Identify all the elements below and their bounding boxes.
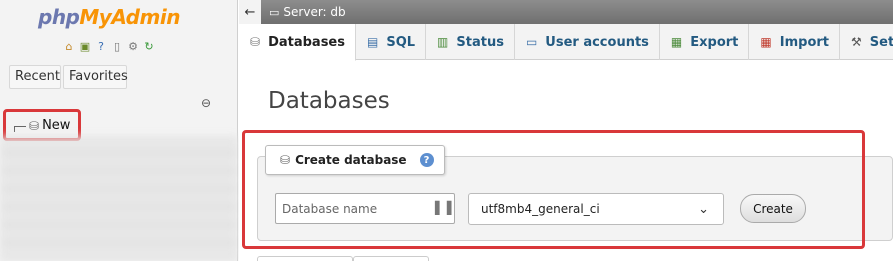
tree-item-new-label: New: [42, 118, 71, 133]
phpmyadmin-logo[interactable]: phpMyAdmin: [38, 5, 180, 29]
server-icon: ▭: [269, 5, 280, 19]
docs-icon[interactable]: ▯: [110, 40, 124, 54]
new-database-icon: ⛁: [29, 118, 40, 133]
tab-settings[interactable]: ⚒ Set: [840, 24, 893, 60]
tab-status[interactable]: ▥ Status: [426, 24, 515, 60]
tab-databases[interactable]: ⛁ Databases: [239, 24, 356, 61]
user-accounts-icon: ▭: [525, 35, 538, 49]
collapse-arrow-icon[interactable]: ←: [239, 0, 261, 24]
import-icon: ▦: [760, 35, 772, 49]
main-panel: ← ▭ Server: db ⛁ Databases ▤ SQL ▥ Statu…: [239, 0, 893, 261]
export-icon: ▦: [670, 35, 683, 49]
database-icon: ⛁: [250, 35, 261, 49]
tab-sql[interactable]: ▤ SQL: [356, 24, 427, 60]
settings-icon[interactable]: ⚙: [126, 40, 140, 54]
favorites-button[interactable]: Favorites: [63, 65, 128, 89]
server-breadcrumb-bar: ← ▭ Server: db: [239, 0, 893, 24]
bottom-table-tabs: [257, 256, 429, 261]
logo-text-php: php: [38, 5, 80, 29]
tab-export[interactable]: ▦ Export: [660, 24, 750, 60]
logo-text-myadmin: MyAdmin: [79, 5, 180, 29]
bottom-tab[interactable]: [353, 256, 429, 261]
tab-label: User accounts: [545, 34, 649, 50]
tab-label: Databases: [268, 34, 345, 50]
reload-icon[interactable]: ↻: [142, 40, 156, 54]
server-breadcrumb[interactable]: Server: db: [283, 5, 345, 19]
top-menu-tabs: ⛁ Databases ▤ SQL ▥ Status ▭ User accoun…: [239, 24, 893, 61]
logout-icon[interactable]: ▣: [78, 40, 92, 54]
navigation-panel: phpMyAdmin ⌂ ▣ ? ▯ ⚙ ↻ Recent Favorites …: [0, 0, 238, 261]
database-tree-list: [0, 136, 238, 261]
tab-label: SQL: [386, 34, 416, 50]
tree-item-new[interactable]: ⛁ New: [14, 118, 70, 133]
recent-button[interactable]: Recent: [9, 65, 61, 89]
page-title: Databases: [268, 88, 390, 114]
wrench-icon: ⚒: [851, 35, 862, 49]
tab-label: Export: [690, 34, 739, 50]
bottom-tab[interactable]: [257, 256, 353, 261]
tab-label: Set: [869, 34, 893, 50]
tab-label: Status: [456, 34, 504, 50]
status-icon: ▥: [437, 35, 449, 49]
home-icon[interactable]: ⌂: [62, 40, 76, 54]
help-icon[interactable]: ?: [94, 40, 108, 54]
tab-import[interactable]: ▦ Import: [749, 24, 840, 60]
tab-label: Import: [779, 34, 829, 50]
quick-icons-bar: ⌂ ▣ ? ▯ ⚙ ↻: [62, 40, 156, 54]
link-with-main-panel-icon[interactable]: ⊖: [201, 96, 211, 110]
tab-user-accounts[interactable]: ▭ User accounts: [515, 24, 660, 60]
create-database-highlight: [242, 130, 865, 249]
tree-connector: [14, 125, 26, 132]
sql-icon: ▤: [366, 35, 379, 49]
